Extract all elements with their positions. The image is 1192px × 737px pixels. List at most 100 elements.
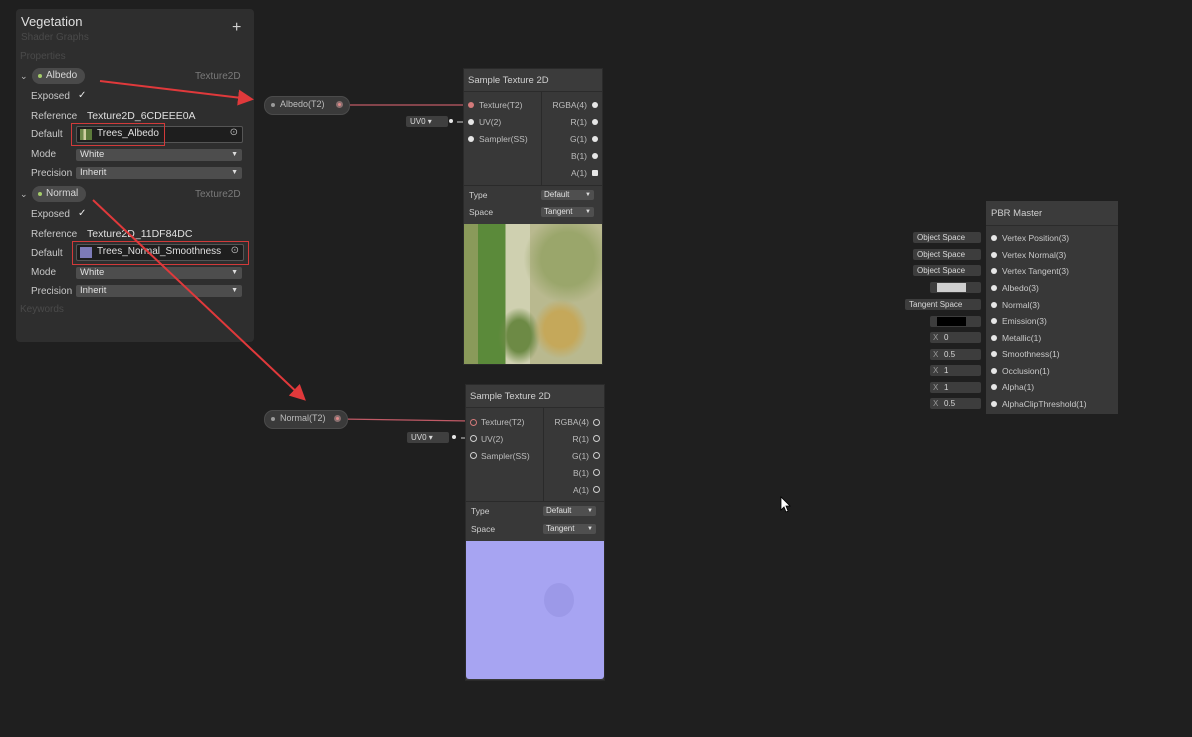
- node-title: Sample Texture 2D: [470, 391, 551, 402]
- default-input-vertex-tangent[interactable]: Object Space: [913, 265, 981, 276]
- node-title: PBR Master: [991, 208, 1043, 219]
- input-port[interactable]: [991, 335, 997, 341]
- output-port[interactable]: [334, 415, 341, 422]
- uv-connector-dot: [452, 435, 456, 439]
- normal-texture-preview: [466, 541, 604, 679]
- default-input-alpha-clip[interactable]: X 0.5: [930, 398, 981, 409]
- input-value: 1: [944, 366, 949, 375]
- default-input-albedo[interactable]: [930, 282, 981, 293]
- output-label: B(1): [572, 468, 589, 478]
- x-label: X: [933, 366, 939, 375]
- input-port[interactable]: [991, 268, 997, 274]
- output-port-a[interactable]: [592, 170, 598, 176]
- input-port[interactable]: [991, 252, 997, 258]
- output-port-g[interactable]: [592, 136, 598, 142]
- default-input-normal[interactable]: Tangent Space: [905, 299, 981, 310]
- output-port-g[interactable]: [593, 452, 600, 459]
- port-label: Vertex Normal(3): [1002, 250, 1067, 260]
- input-port-uv[interactable]: [468, 119, 474, 125]
- input-port[interactable]: [991, 351, 997, 357]
- input-label: UV(2): [481, 434, 504, 444]
- default-input-emission[interactable]: [930, 316, 981, 327]
- input-port-texture[interactable]: [470, 419, 477, 426]
- output-label: R(1): [572, 434, 589, 444]
- input-value: Object Space: [917, 233, 966, 242]
- output-label: G(1): [570, 134, 587, 144]
- type-label: Type: [469, 190, 488, 200]
- default-input-alpha[interactable]: X1: [930, 382, 981, 393]
- space-label: Space: [469, 207, 494, 217]
- uv-default-input[interactable]: UV0 ▾: [406, 116, 448, 127]
- port-divider: [541, 92, 542, 185]
- node-dot-icon: [271, 103, 275, 107]
- port-label: Smoothness(1): [1002, 349, 1060, 359]
- property-node-normal[interactable]: Normal(T2): [264, 410, 348, 429]
- node-header[interactable]: PBR Master: [986, 201, 1118, 226]
- input-port-texture[interactable]: [468, 102, 474, 108]
- annotation-arrow-albedo: [99, 80, 254, 106]
- albedo-color-swatch[interactable]: [937, 283, 966, 292]
- property-node-albedo[interactable]: Albedo(T2): [264, 96, 350, 115]
- pbr-master-node[interactable]: PBR Master Vertex Position(3) Vertex Nor…: [986, 201, 1118, 414]
- uv-default-input[interactable]: UV0 ▾: [407, 432, 449, 443]
- emission-color-swatch[interactable]: [937, 317, 966, 326]
- dropdown-arrow-icon: ▼: [585, 209, 591, 215]
- input-port[interactable]: [991, 285, 997, 291]
- output-port-r[interactable]: [593, 435, 600, 442]
- input-port[interactable]: [991, 302, 997, 308]
- port-label: Alpha(1): [1002, 382, 1035, 392]
- output-label: A(1): [572, 485, 589, 495]
- output-label: RGBA(4): [554, 417, 589, 427]
- output-port-rgba[interactable]: [593, 419, 600, 426]
- node-header[interactable]: Sample Texture 2D: [466, 385, 604, 408]
- node-header[interactable]: Sample Texture 2D: [464, 69, 602, 92]
- sample-texture-node-albedo[interactable]: Sample Texture 2D Texture(T2) UV(2) Samp…: [463, 68, 603, 365]
- input-port-sampler[interactable]: [470, 452, 477, 459]
- output-port-b[interactable]: [593, 469, 600, 476]
- space-dropdown[interactable]: Tangent ▼: [541, 207, 594, 217]
- output-label: A(1): [570, 168, 587, 178]
- output-port-a[interactable]: [593, 486, 600, 493]
- port-label: Metallic(1): [1002, 333, 1042, 343]
- output-port-rgba[interactable]: [592, 102, 598, 108]
- node-title: Sample Texture 2D: [468, 75, 549, 86]
- default-input-occlusion[interactable]: X1: [930, 365, 981, 376]
- output-label: G(1): [572, 451, 589, 461]
- output-port-b[interactable]: [592, 153, 598, 159]
- default-input-smoothness[interactable]: X 0.5: [930, 349, 981, 360]
- input-port[interactable]: [991, 235, 997, 241]
- output-label: B(1): [570, 151, 587, 161]
- default-input-metallic[interactable]: X0: [930, 332, 981, 343]
- property-node-label: Albedo(T2): [280, 99, 325, 109]
- output-label: R(1): [570, 117, 587, 127]
- input-port[interactable]: [991, 401, 997, 407]
- input-port[interactable]: [991, 384, 997, 390]
- port-label: Normal(3): [1002, 300, 1040, 310]
- input-port-sampler[interactable]: [468, 136, 474, 142]
- input-port[interactable]: [991, 368, 997, 374]
- input-port[interactable]: [991, 318, 997, 324]
- input-port-uv[interactable]: [470, 435, 477, 442]
- type-dropdown[interactable]: Default ▼: [541, 190, 594, 200]
- x-label: X: [933, 383, 939, 392]
- albedo-texture-preview: [464, 224, 602, 364]
- dropdown-arrow-icon: ▼: [587, 508, 593, 514]
- output-port-r[interactable]: [592, 119, 598, 125]
- x-label: X: [933, 399, 939, 408]
- default-input-vertex-normal[interactable]: Object Space: [913, 249, 981, 260]
- input-value: Object Space: [917, 266, 966, 275]
- type-dropdown[interactable]: Default ▼: [543, 506, 596, 516]
- x-label: X: [933, 350, 939, 359]
- sample-texture-node-normal[interactable]: Sample Texture 2D Texture(T2) UV(2) Samp…: [465, 384, 605, 681]
- input-value: 0.5: [944, 399, 956, 408]
- edge-normal: [338, 418, 472, 422]
- property-node-label: Normal(T2): [280, 413, 326, 423]
- output-port[interactable]: [336, 101, 343, 108]
- input-label: Texture(T2): [479, 100, 523, 110]
- node-dot-icon: [271, 417, 275, 421]
- input-value: 0: [944, 333, 949, 342]
- default-input-vertex-position[interactable]: Object Space: [913, 232, 981, 243]
- space-dropdown[interactable]: Tangent ▼: [543, 524, 596, 534]
- type-value: Default: [544, 190, 570, 199]
- port-label: Vertex Position(3): [1002, 233, 1070, 243]
